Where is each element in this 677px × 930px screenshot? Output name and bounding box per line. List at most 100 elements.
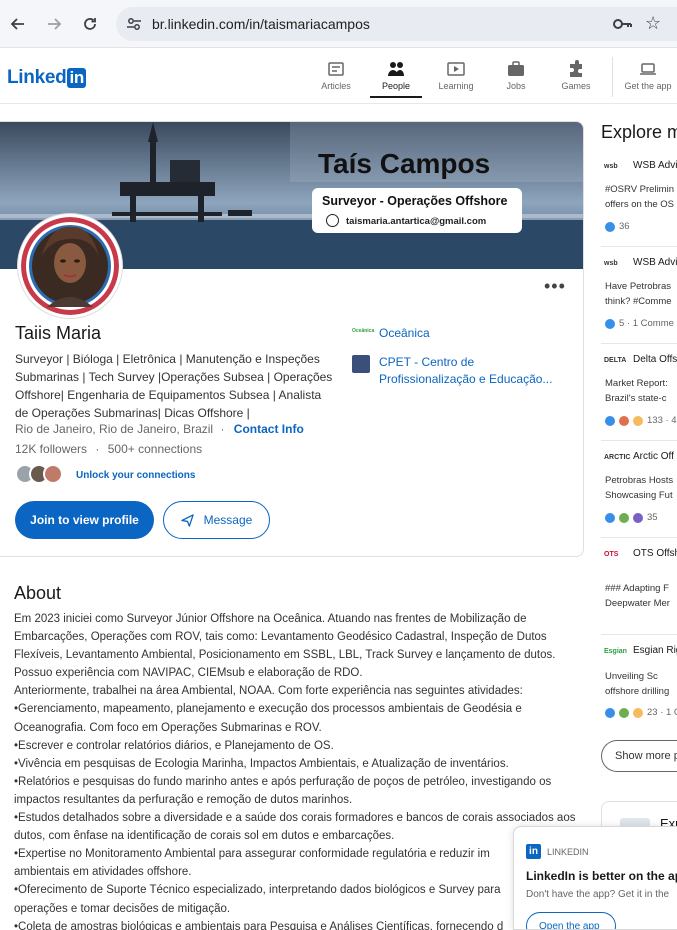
- sidebar-divider: [601, 634, 677, 635]
- browser-toolbar: br.linkedin.com/in/taismariacampos ☆: [0, 0, 677, 48]
- love-reaction-icon: [619, 415, 629, 426]
- explore-post[interactable]: ARCTIC Arctic Off Petrobras Hosts Showcasi…: [604, 451, 677, 531]
- open-app-button[interactable]: Open the app: [526, 912, 616, 929]
- nav-people[interactable]: People: [370, 59, 422, 98]
- nav-articles[interactable]: Articles: [310, 59, 362, 91]
- support-reaction-icon: [633, 415, 643, 426]
- like-reaction-icon: [605, 221, 615, 232]
- stats-separator: ·: [95, 442, 100, 456]
- sidebar-divider: [601, 537, 677, 538]
- banner-subtitle: Surveyor - Operações Offshore: [322, 194, 508, 208]
- like-reaction-icon: [605, 707, 615, 718]
- address-bar[interactable]: br.linkedin.com/in/taismariacampos ☆: [116, 7, 677, 41]
- popup-brand: in LINKEDIN: [526, 844, 589, 859]
- company-cpet[interactable]: CPET - Centro de Profissionalização e Ed…: [352, 354, 562, 388]
- popup-text: Don't have the app? Get it in the: [526, 889, 670, 900]
- message-button-label: Message: [203, 513, 253, 527]
- sidebar-divider: [601, 440, 677, 441]
- linkedin-logo[interactable]: Linked in: [7, 67, 86, 89]
- mutual-connection-avatars: [15, 464, 71, 486]
- linkedin-mini-logo-icon: in: [526, 844, 541, 859]
- key-icon[interactable]: [612, 15, 632, 33]
- celebrate-reaction-icon: [619, 707, 629, 718]
- post-reactions: 5 · 1 Comme: [605, 318, 674, 329]
- support-reaction-icon: [633, 707, 643, 718]
- learning-icon: [447, 62, 465, 76]
- post-body: Unveiling Sc offshore drilling: [605, 671, 670, 697]
- explore-post[interactable]: wsb WSB Advi Have Petrobras think? #Comme …: [604, 257, 677, 337]
- nav-learning[interactable]: Learning: [430, 59, 482, 91]
- show-more-posts-button[interactable]: Show more p: [601, 740, 677, 772]
- laptop-icon: [640, 63, 656, 75]
- location-separator: ·: [220, 422, 225, 436]
- connections-count: 500+ connections: [107, 442, 203, 456]
- nav-jobs[interactable]: Jobs: [490, 59, 542, 91]
- celebrate-reaction-icon: [619, 512, 629, 523]
- post-source: WSB Advi: [633, 257, 677, 268]
- cpet-logo-icon: [352, 355, 370, 373]
- explore-heading: Explore m: [601, 122, 677, 142]
- wsb-logo-icon: wsb: [604, 260, 618, 267]
- wsb-logo-icon: wsb: [604, 163, 618, 170]
- message-button[interactable]: Message: [163, 501, 270, 539]
- post-header: Esgian Esgian Rig: [604, 645, 677, 656]
- reload-icon[interactable]: [78, 12, 102, 36]
- esgian-logo-icon: Esgian: [604, 648, 627, 655]
- followers-count: 12K followers: [15, 442, 88, 456]
- nav-games[interactable]: Games: [550, 59, 602, 91]
- explore-post[interactable]: Esgian Esgian Rig Unveiling Sc offshore dr…: [604, 645, 677, 725]
- explore-post[interactable]: OTS OTS Offsh ### Adapting F Deepwater Mer: [604, 548, 677, 618]
- games-icon: [570, 60, 582, 77]
- nav-get-the-app[interactable]: Get the app: [622, 59, 674, 91]
- post-source: Arctic Off: [633, 451, 674, 462]
- post-body: ### Adapting F Deepwater Mer: [605, 583, 670, 609]
- explore-post[interactable]: DELTA Delta Offs Market Report: Brazil's s…: [604, 354, 677, 434]
- like-reaction-icon: [605, 318, 615, 329]
- avatar[interactable]: [18, 214, 122, 318]
- about-text: Em 2023 iniciei como Surveyor Júnior Off…: [14, 613, 576, 930]
- profile-card: Taís Campos Surveyor - Operações Offshor…: [0, 121, 584, 557]
- bookmark-star-icon[interactable]: ☆: [645, 13, 661, 34]
- company-oceanica[interactable]: Oceânica Oceânica: [352, 325, 430, 342]
- url-text[interactable]: br.linkedin.com/in/taismariacampos: [152, 16, 370, 32]
- site-settings-icon[interactable]: [126, 16, 142, 32]
- forward-arrow-icon[interactable]: [42, 12, 66, 36]
- join-to-view-profile-button[interactable]: Join to view profile: [15, 501, 154, 539]
- post-reactions: 23 · 1 C: [605, 707, 677, 718]
- post-body: Petrobras Hosts Showcasing Fut: [605, 475, 674, 501]
- company-label: CPET - Centro de Profissionalização e Ed…: [379, 355, 553, 386]
- post-reactions: 36: [605, 221, 630, 232]
- post-reactions: 35: [605, 512, 658, 523]
- post-source: Esgian Rig: [633, 645, 677, 656]
- post-body: #OSRV Prelimin offers on the OS: [605, 184, 675, 210]
- explore-post[interactable]: wsb WSB Advi #OSRV Prelimin offers on the …: [604, 160, 677, 240]
- open-app-popup: in LINKEDIN LinkedIn is better on the app…: [513, 826, 677, 930]
- post-body: Market Report: Brazil's state-c: [605, 378, 668, 404]
- about-heading: About: [14, 583, 62, 603]
- more-options-icon[interactable]: •••: [544, 276, 566, 297]
- like-reaction-icon: [605, 415, 615, 426]
- post-source: Delta Offs: [633, 354, 677, 365]
- banner-subtitle-box: Surveyor - Operações Offshore taismaria.…: [312, 188, 522, 233]
- followers-row: 12K followers · 500+ connections: [15, 442, 202, 456]
- post-header: ARCTIC Arctic Off: [604, 451, 674, 462]
- profile-headline: Surveyor | Bióloga | Eletrônica | Manute…: [15, 352, 333, 420]
- post-source: WSB Advi: [633, 160, 677, 171]
- contact-info-link[interactable]: Contact Info: [234, 422, 304, 436]
- unlock-connections-link[interactable]: Unlock your connections: [76, 470, 195, 481]
- post-header: OTS OTS Offsh: [604, 548, 677, 559]
- banner-email: taismaria.antartica@gmail.com: [346, 216, 487, 227]
- people-icon: [388, 62, 404, 76]
- linkedin-top-nav: Linked in Articles People Learning Jobs G…: [0, 49, 677, 104]
- mutual-avatar: [43, 464, 63, 484]
- ots-logo-icon: OTS: [604, 551, 619, 558]
- articles-icon: [328, 62, 344, 76]
- jobs-icon: [508, 61, 524, 76]
- oceanica-logo-icon: Oceânica: [352, 328, 375, 334]
- insightful-reaction-icon: [633, 512, 643, 523]
- back-arrow-icon[interactable]: [6, 12, 30, 36]
- arctic-logo-icon: ARCTIC: [604, 454, 631, 461]
- banner-title: Taís Campos: [318, 148, 491, 179]
- post-header: wsb WSB Advi: [604, 160, 677, 171]
- nav-divider: [612, 57, 613, 97]
